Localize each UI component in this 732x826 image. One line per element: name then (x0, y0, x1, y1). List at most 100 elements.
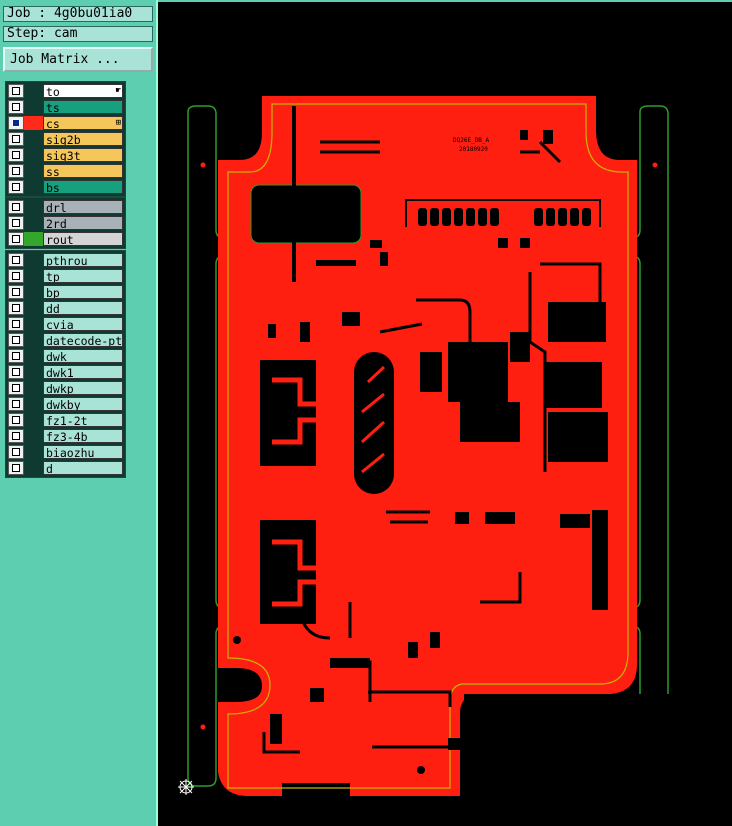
layer-row-to[interactable]: to ☛ (8, 84, 123, 98)
layer-color-swatch[interactable] (24, 148, 43, 162)
layer-color-swatch[interactable] (24, 116, 43, 130)
layer-checkbox[interactable] (8, 216, 24, 230)
layer-name[interactable]: dwk1 (43, 365, 123, 379)
layer-color-swatch[interactable] (24, 232, 43, 246)
origin-icon (178, 779, 194, 795)
layer-name[interactable]: dd (43, 301, 123, 315)
layer-name[interactable]: bs (43, 180, 123, 194)
layer-name[interactable]: datecode-pte (43, 333, 123, 347)
layer-checkbox[interactable] (8, 116, 24, 130)
layer-name[interactable]: biaozhu (43, 445, 123, 459)
layer-row-bs[interactable]: bs (8, 180, 123, 194)
layer-color-swatch[interactable] (24, 200, 43, 214)
layer-row-rout[interactable]: rout (8, 232, 123, 246)
layer-row-bp[interactable]: bp (8, 285, 123, 299)
layer-checkbox[interactable] (8, 269, 24, 283)
layer-group-drill: drl 2rd rout (5, 197, 126, 249)
layer-name[interactable]: dwkby (43, 397, 123, 411)
layer-color-swatch[interactable] (24, 285, 43, 299)
layer-checkbox[interactable] (8, 445, 24, 459)
layer-row-dd[interactable]: dd (8, 301, 123, 315)
layer-checkbox[interactable] (8, 413, 24, 427)
layer-checkbox[interactable] (8, 180, 24, 194)
layer-name[interactable]: tp (43, 269, 123, 283)
layer-row-sig3t[interactable]: sig3t (8, 148, 123, 162)
layer-color-swatch[interactable] (24, 253, 43, 267)
layer-checkbox[interactable] (8, 285, 24, 299)
layer-color-swatch[interactable] (24, 301, 43, 315)
layer-checkbox[interactable] (8, 349, 24, 363)
layer-name[interactable]: rout (43, 232, 123, 246)
layer-name[interactable]: dwkp (43, 381, 123, 395)
layer-row-cs[interactable]: cs ⊞ (8, 116, 123, 130)
layer-name[interactable]: fz3-4b (43, 429, 123, 443)
layer-name[interactable]: sig3t (43, 148, 123, 162)
layer-row-dwkby[interactable]: dwkby (8, 397, 123, 411)
layer-checkbox[interactable] (8, 164, 24, 178)
layer-color-swatch[interactable] (24, 164, 43, 178)
layer-checkbox[interactable] (8, 461, 24, 475)
layer-color-swatch[interactable] (24, 100, 43, 114)
layer-row-d[interactable]: d (8, 461, 123, 475)
job-matrix-button[interactable]: Job Matrix ... (3, 47, 153, 72)
layer-color-swatch[interactable] (24, 317, 43, 331)
layer-color-swatch[interactable] (24, 349, 43, 363)
layer-checkbox[interactable] (8, 317, 24, 331)
layer-checkbox[interactable] (8, 429, 24, 443)
layer-name[interactable]: 2rd (43, 216, 123, 230)
layer-checkbox[interactable] (8, 232, 24, 246)
layer-color-swatch[interactable] (24, 216, 43, 230)
layer-row-drl[interactable]: drl (8, 200, 123, 214)
layer-name[interactable]: dwk (43, 349, 123, 363)
layer-color-swatch[interactable] (24, 397, 43, 411)
layer-name[interactable]: cvia (43, 317, 123, 331)
layer-color-swatch[interactable] (24, 333, 43, 347)
layer-color-swatch[interactable] (24, 381, 43, 395)
layer-row-dwkp[interactable]: dwkp (8, 381, 123, 395)
layer-checkbox[interactable] (8, 253, 24, 267)
layer-color-swatch[interactable] (24, 180, 43, 194)
layer-checkbox[interactable] (8, 301, 24, 315)
layer-checkbox[interactable] (8, 84, 24, 98)
layer-checkbox[interactable] (8, 365, 24, 379)
layer-name[interactable]: d (43, 461, 123, 475)
layer-checkbox[interactable] (8, 200, 24, 214)
layer-color-swatch[interactable] (24, 461, 43, 475)
layer-name[interactable]: to (43, 84, 123, 98)
layer-row-ss[interactable]: ss (8, 164, 123, 178)
layer-row-fz1-2t[interactable]: fz1-2t (8, 413, 123, 427)
layer-row-pthrou[interactable]: pthrou (8, 253, 123, 267)
layer-row-tp[interactable]: tp (8, 269, 123, 283)
layer-checkbox[interactable] (8, 397, 24, 411)
layer-name[interactable]: ss (43, 164, 123, 178)
layer-color-swatch[interactable] (24, 429, 43, 443)
layer-row-dwk[interactable]: dwk (8, 349, 123, 363)
layer-row-sig2b[interactable]: sig2b (8, 132, 123, 146)
layer-color-swatch[interactable] (24, 269, 43, 283)
layer-checkbox[interactable] (8, 381, 24, 395)
layer-row-biaozhu[interactable]: biaozhu (8, 445, 123, 459)
layer-color-swatch[interactable] (24, 445, 43, 459)
layer-name[interactable]: cs (43, 116, 123, 130)
layer-name[interactable]: fz1-2t (43, 413, 123, 427)
layer-row-datecode-pte[interactable]: datecode-pte (8, 333, 123, 347)
layer-color-swatch[interactable] (24, 84, 43, 98)
graphics-canvas[interactable]: DQ26E_DB_A 20180920 (158, 0, 732, 826)
layer-checkbox[interactable] (8, 132, 24, 146)
layer-checkbox[interactable] (8, 100, 24, 114)
layer-name[interactable]: drl (43, 200, 123, 214)
layer-name[interactable]: sig2b (43, 132, 123, 146)
layer-row-fz3-4b[interactable]: fz3-4b (8, 429, 123, 443)
layer-row-dwk1[interactable]: dwk1 (8, 365, 123, 379)
layer-color-swatch[interactable] (24, 132, 43, 146)
layer-row-2rd[interactable]: 2rd (8, 216, 123, 230)
layer-row-cvia[interactable]: cvia (8, 317, 123, 331)
layer-name[interactable]: bp (43, 285, 123, 299)
layer-color-swatch[interactable] (24, 413, 43, 427)
layer-name[interactable]: ts (43, 100, 123, 114)
layer-checkbox[interactable] (8, 333, 24, 347)
layer-color-swatch[interactable] (24, 365, 43, 379)
layer-name[interactable]: pthrou (43, 253, 123, 267)
layer-checkbox[interactable] (8, 148, 24, 162)
layer-row-ts[interactable]: ts (8, 100, 123, 114)
